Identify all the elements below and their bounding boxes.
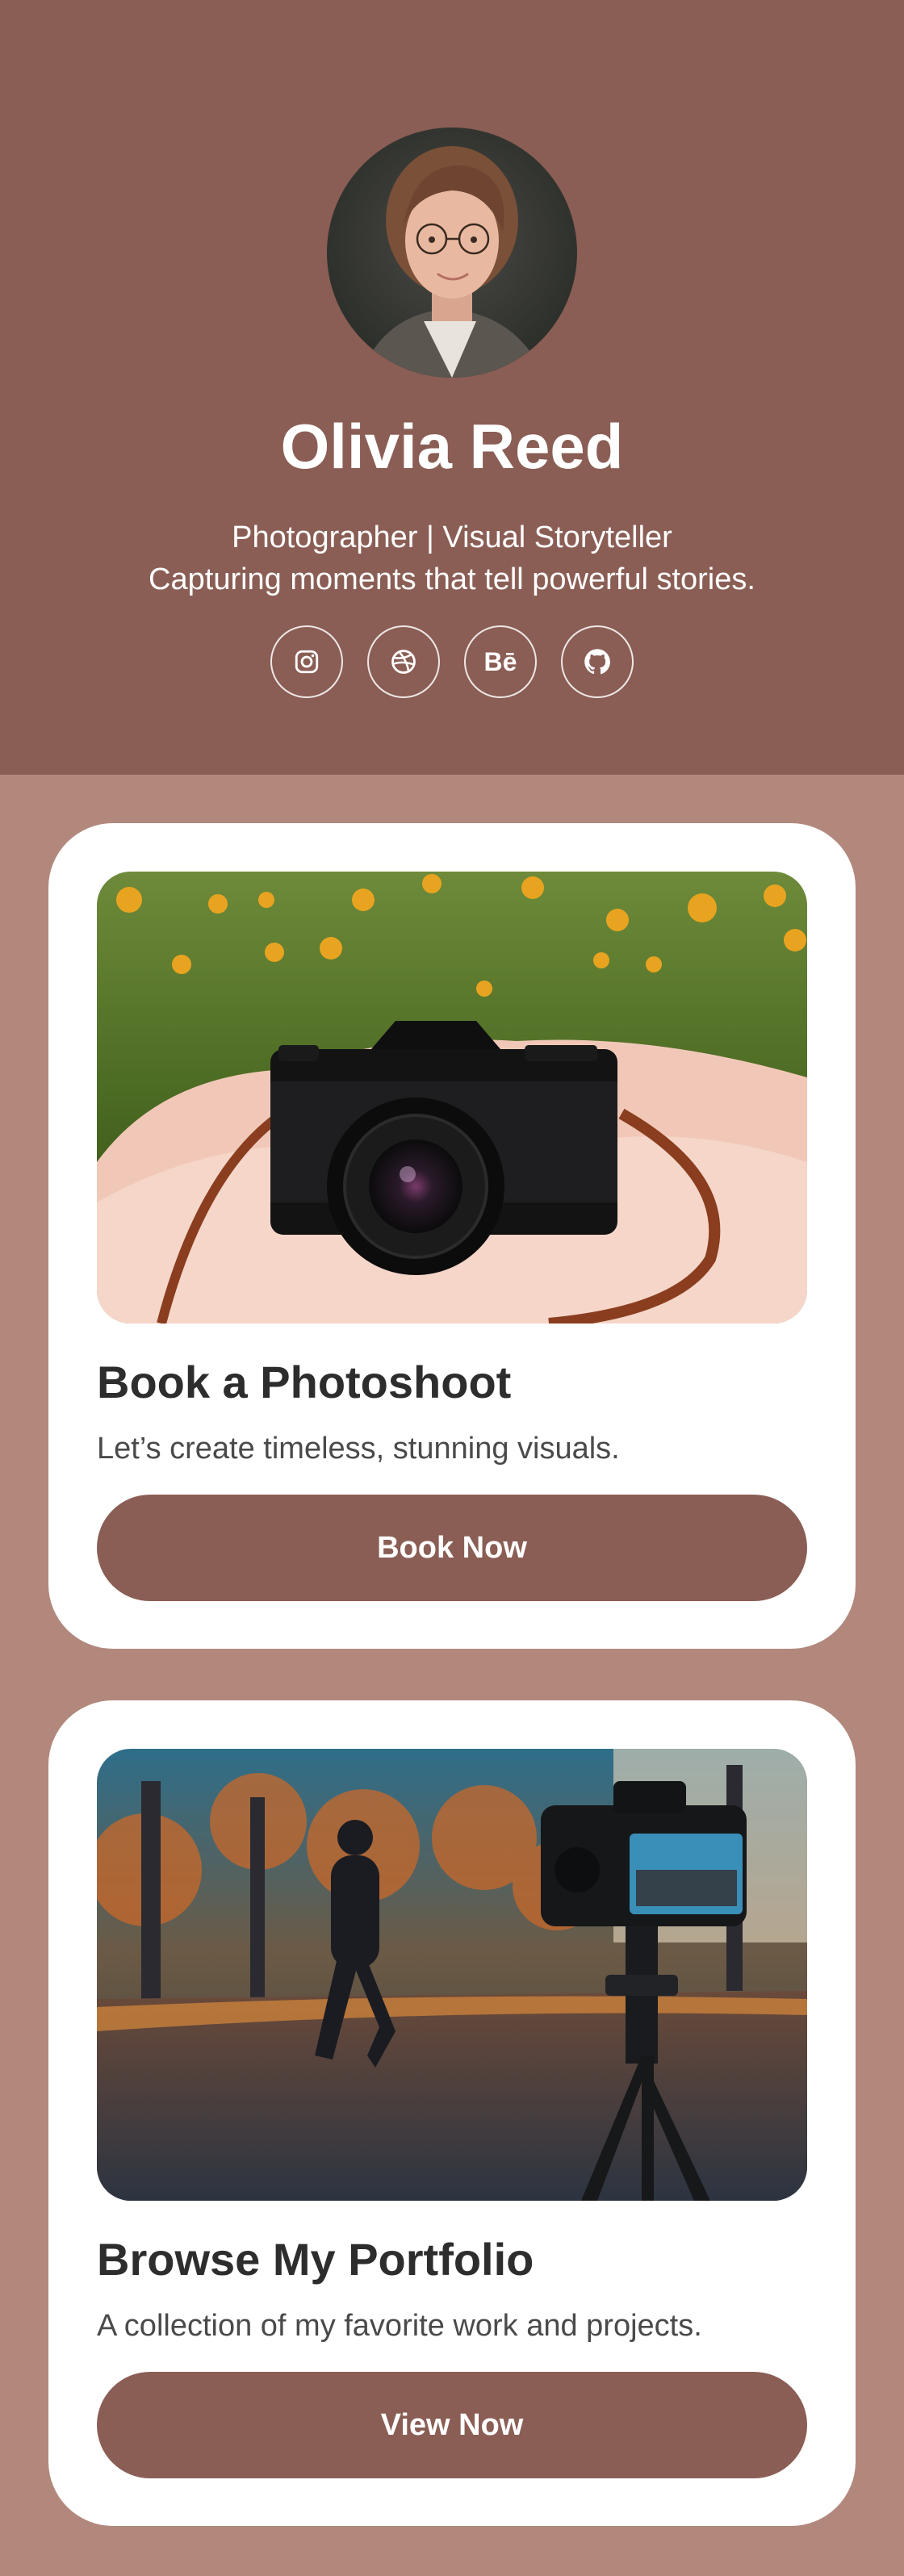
avatar xyxy=(327,128,577,378)
portfolio-card: Browse My Portfolio A collection of my f… xyxy=(48,1700,856,2526)
behance-icon: Bē xyxy=(483,646,517,676)
view-now-button[interactable]: View Now xyxy=(97,2372,807,2478)
card-description: A collection of my favorite work and pro… xyxy=(97,2309,702,2343)
profile-name: Olivia Reed xyxy=(280,411,624,482)
dribbble-link[interactable] xyxy=(367,625,440,698)
card-description: Let’s create timeless, stunning visuals. xyxy=(97,1432,620,1466)
instagram-icon xyxy=(295,650,319,674)
book-now-button[interactable]: Book Now xyxy=(97,1495,807,1601)
profile-role: Photographer | Visual Storyteller xyxy=(232,521,672,554)
instagram-link[interactable] xyxy=(270,625,343,698)
dribbble-icon xyxy=(391,650,416,674)
camera-photo xyxy=(97,872,807,1324)
social-links: Bē xyxy=(0,625,904,698)
card-title: Book a Photoshoot xyxy=(97,1357,512,1407)
card-title: Browse My Portfolio xyxy=(97,2234,534,2285)
profile-header: Olivia Reed Photographer | Visual Storyt… xyxy=(0,0,904,775)
github-link[interactable] xyxy=(561,625,634,698)
avatar-photo xyxy=(359,146,545,378)
profile-tagline: Photographer | Visual Storyteller Captur… xyxy=(0,516,904,600)
photoshoot-card: Book a Photoshoot Let’s create timeless,… xyxy=(48,823,856,1649)
github-icon xyxy=(584,649,610,675)
behance-link[interactable]: Bē xyxy=(464,625,537,698)
runner-photo xyxy=(97,1749,807,2201)
profile-motto: Capturing moments that tell powerful sto… xyxy=(149,562,755,596)
